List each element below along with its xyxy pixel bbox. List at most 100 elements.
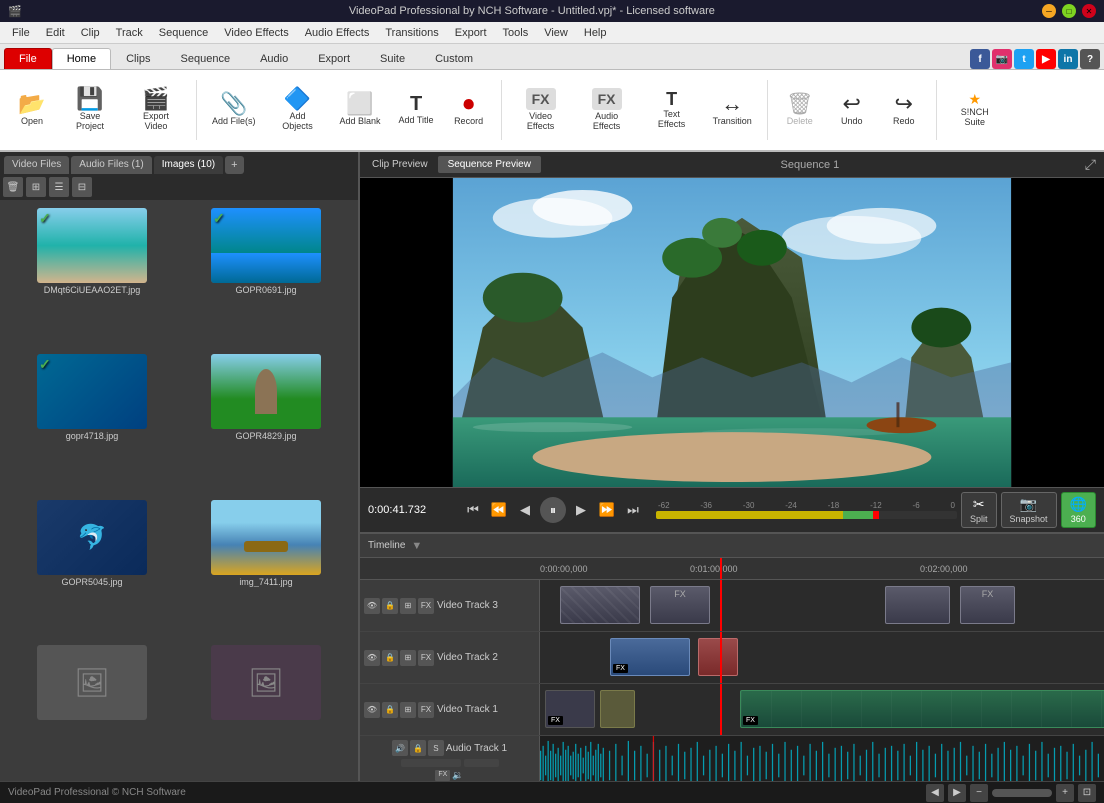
zoom-slider[interactable] [992, 789, 1052, 797]
track-2-group[interactable]: ⊞ [400, 650, 416, 666]
audio-track-1-content[interactable] [540, 736, 1104, 781]
track-clip[interactable]: FX [610, 638, 690, 676]
next-frame-button[interactable]: ⏩ [596, 499, 618, 521]
track-clip[interactable]: FX [960, 586, 1015, 624]
menu-transitions[interactable]: Transitions [377, 25, 446, 41]
add-files-button[interactable]: 📎 Add File(s) [205, 75, 263, 145]
menu-tools[interactable]: Tools [495, 25, 537, 41]
split-button[interactable]: ✂ Split [961, 492, 997, 528]
track-clip-long[interactable]: FX [740, 690, 1104, 728]
facebook-icon[interactable]: f [970, 49, 990, 69]
track-2-mute[interactable]: 👁 [364, 650, 380, 666]
add-media-tab[interactable]: + [225, 156, 243, 174]
close-button[interactable]: ✕ [1082, 4, 1096, 18]
track-3-fx[interactable]: FX [418, 598, 434, 614]
open-button[interactable]: 📂 Open [8, 75, 56, 145]
zoom-out-button[interactable]: − [970, 784, 988, 802]
media-item[interactable]: img_7411.jpg [182, 500, 350, 640]
tab-clips[interactable]: Clips [111, 48, 165, 69]
media-item[interactable]: ✓ gopr4718.jpg [8, 354, 176, 494]
linkedin-icon[interactable]: in [1058, 49, 1078, 69]
tab-audio[interactable]: Audio [245, 48, 303, 69]
track-2-lock[interactable]: 🔒 [382, 650, 398, 666]
audio-pan-slider[interactable] [464, 759, 499, 767]
images-tab[interactable]: Images (10) [154, 156, 223, 174]
audio-mute[interactable]: 🔊 [392, 740, 408, 756]
detail-view-button[interactable]: ⊟ [72, 177, 92, 197]
transition-button[interactable]: ↔ Transition [706, 75, 759, 145]
track-2-fx[interactable]: FX [418, 650, 434, 666]
track-1-group[interactable]: ⊞ [400, 702, 416, 718]
tab-custom[interactable]: Custom [420, 48, 488, 69]
youtube-icon[interactable]: ▶ [1036, 49, 1056, 69]
delete-media-button[interactable]: 🗑 [3, 177, 23, 197]
media-item[interactable]: GOPR4829.jpg [182, 354, 350, 494]
tab-export[interactable]: Export [303, 48, 365, 69]
menu-sequence[interactable]: Sequence [151, 25, 217, 41]
track-3-group[interactable]: ⊞ [400, 598, 416, 614]
clip-preview-tab[interactable]: Clip Preview [362, 156, 438, 173]
maximize-button[interactable]: □ [1062, 4, 1076, 18]
audio-fx-button[interactable]: FX [435, 770, 450, 781]
media-item[interactable]: ✓ DMqt6CiUEAAO2ET.jpg [8, 208, 176, 348]
media-item[interactable]: 🖼 [182, 645, 350, 773]
menu-help[interactable]: Help [576, 25, 615, 41]
text-effects-button[interactable]: T Text Effects [642, 75, 702, 145]
go-start-button[interactable]: ⏮ [462, 499, 484, 521]
audio-speaker-icon[interactable]: 🔉 [452, 770, 463, 781]
track-3-content[interactable]: FX FX [540, 580, 1104, 631]
save-project-button[interactable]: 💾 Save Project [60, 75, 120, 145]
menu-clip[interactable]: Clip [73, 25, 108, 41]
tab-sequence[interactable]: Sequence [166, 48, 246, 69]
track-clip[interactable]: FX [650, 586, 710, 624]
fit-button[interactable]: ⊡ [1078, 784, 1096, 802]
list-view-button[interactable]: ☰ [49, 177, 69, 197]
menu-file[interactable]: File [4, 25, 38, 41]
track-3-mute[interactable]: 👁 [364, 598, 380, 614]
video-effects-button[interactable]: FX Video Effects [510, 75, 572, 145]
tab-home[interactable]: Home [52, 48, 111, 69]
audio-volume-slider[interactable] [401, 759, 461, 767]
track-clip[interactable] [698, 638, 738, 676]
track-clip[interactable]: FX [545, 690, 595, 728]
undo-button[interactable]: ↩ Undo [828, 75, 876, 145]
track-1-mute[interactable]: 👁 [364, 702, 380, 718]
tab-file[interactable]: File [4, 48, 52, 69]
tab-suite[interactable]: Suite [365, 48, 420, 69]
step-forward-button[interactable]: ▶ [570, 499, 592, 521]
expand-preview-button[interactable]: ⤢ [1079, 154, 1102, 175]
media-item[interactable]: 🖼 [8, 645, 176, 773]
add-title-button[interactable]: T Add Title [392, 75, 441, 145]
step-back-button[interactable]: ◀ [514, 499, 536, 521]
track-clip[interactable] [885, 586, 950, 624]
menu-track[interactable]: Track [108, 25, 151, 41]
zoom-in-button[interactable]: + [1056, 784, 1074, 802]
audio-effects-button[interactable]: FX Audio Effects [576, 75, 638, 145]
scroll-right-button[interactable]: ▶ [948, 784, 966, 802]
track-1-lock[interactable]: 🔒 [382, 702, 398, 718]
go-end-button[interactable]: ⏭ [622, 499, 644, 521]
redo-button[interactable]: ↪ Redo [880, 75, 928, 145]
timeline-dropdown[interactable]: ▼ [411, 540, 422, 552]
add-blank-button[interactable]: ⬜ Add Blank [333, 75, 388, 145]
minimize-button[interactable]: ─ [1042, 4, 1056, 18]
audio-lock[interactable]: 🔒 [410, 740, 426, 756]
track-clip[interactable] [600, 690, 635, 728]
track-2-content[interactable]: FX FX [540, 632, 1104, 683]
menu-edit[interactable]: Edit [38, 25, 73, 41]
media-item[interactable]: 🐬 GOPR5045.jpg [8, 500, 176, 640]
twitter-icon[interactable]: t [1014, 49, 1034, 69]
track-1-content[interactable]: FX FX [540, 684, 1104, 735]
prev-frame-button[interactable]: ⏪ [488, 499, 510, 521]
record-button[interactable]: ⏺ Record [445, 75, 493, 145]
help-icon[interactable]: ? [1080, 49, 1100, 69]
instagram-icon[interactable]: 📷 [992, 49, 1012, 69]
track-1-fx[interactable]: FX [418, 702, 434, 718]
audio-files-tab[interactable]: Audio Files (1) [71, 156, 151, 174]
track-3-lock[interactable]: 🔒 [382, 598, 398, 614]
export-video-button[interactable]: 🎬 Export Video [124, 75, 188, 145]
play-pause-button[interactable]: ⏸ [540, 497, 566, 523]
track-clip[interactable] [560, 586, 640, 624]
menu-audio-effects[interactable]: Audio Effects [297, 25, 378, 41]
audio-solo[interactable]: S [428, 740, 444, 756]
